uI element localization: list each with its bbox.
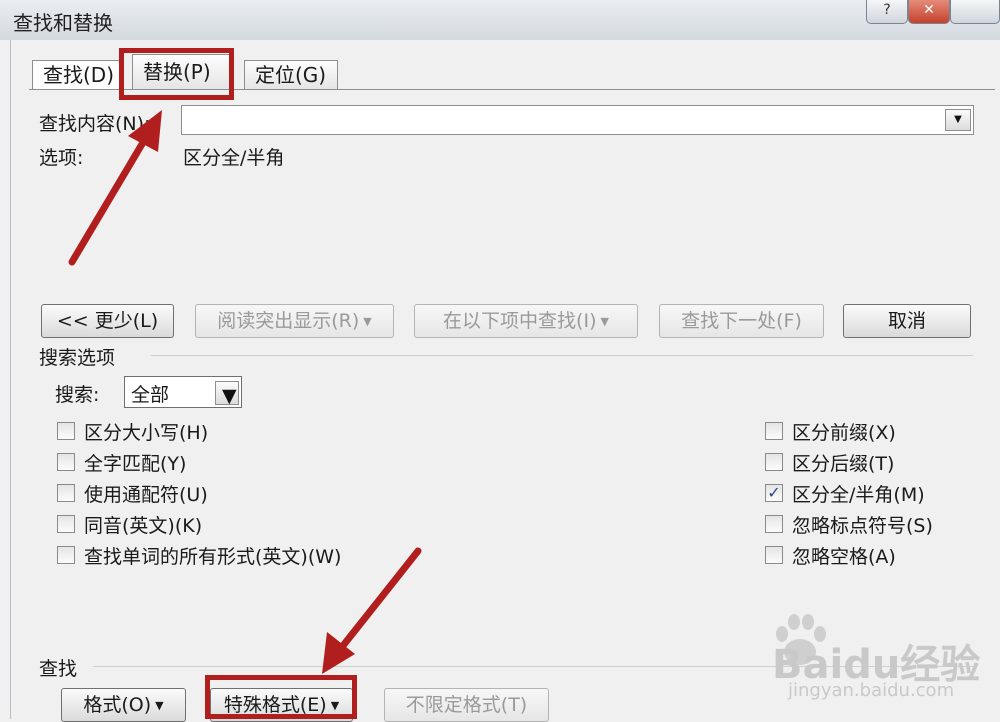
search-direction-label: 搜索: bbox=[55, 384, 100, 406]
watermark-url: jingyan.baidu.com bbox=[788, 680, 955, 701]
match-case-option[interactable]: 区分大小写(H) bbox=[57, 419, 209, 444]
window-title: 查找和替换 bbox=[13, 11, 113, 35]
ignore-punctuation-option[interactable]: 忽略标点符号(S) bbox=[765, 512, 933, 537]
find-in-label: 在以下项中查找(I) bbox=[443, 310, 597, 332]
triangle-down-icon: ▼ bbox=[330, 698, 340, 712]
options-value: 区分全/半角 bbox=[183, 147, 285, 169]
all-word-forms-option[interactable]: 查找单词的所有形式(英文)(W) bbox=[57, 543, 342, 568]
dialog-body: 查找(D) 替换(P) 定位(G) 查找内容(N): ▼ 选项: 区分全/半角 … bbox=[10, 40, 1000, 722]
search-direction-value: 全部 bbox=[131, 384, 170, 406]
checkmark-icon: ✓ bbox=[767, 483, 781, 502]
match-suffix-option[interactable]: 区分后缀(T) bbox=[765, 450, 895, 475]
sounds-like-checkbox[interactable] bbox=[57, 515, 75, 533]
whole-word-label: 全字匹配(Y) bbox=[84, 452, 187, 475]
ignore-whitespace-option[interactable]: 忽略空格(A) bbox=[765, 543, 896, 568]
triangle-down-icon: ▼ bbox=[155, 698, 164, 712]
no-formatting-button[interactable]: 不限定格式(T) bbox=[384, 688, 549, 722]
match-prefix-label: 区分前缀(X) bbox=[792, 421, 896, 444]
triangle-down-icon: ▼ bbox=[363, 314, 372, 328]
sounds-like-label: 同音(英文)(K) bbox=[84, 514, 203, 537]
close-button[interactable]: ✕ bbox=[908, 0, 950, 24]
match-case-checkbox[interactable] bbox=[57, 422, 75, 440]
find-next-label: 查找下一处(F) bbox=[681, 310, 802, 332]
title-bar: 查找和替换 ? ✕ bbox=[0, 0, 1000, 40]
cancel-button[interactable]: 取消 bbox=[843, 304, 971, 338]
search-options-title: 搜索选项 bbox=[39, 347, 116, 369]
wildcards-checkbox[interactable] bbox=[57, 484, 75, 502]
find-section-title: 查找 bbox=[39, 658, 78, 680]
find-next-button[interactable]: 查找下一处(F) bbox=[659, 304, 824, 338]
help-button[interactable]: ? bbox=[866, 0, 908, 24]
search-options-divider bbox=[151, 355, 973, 356]
reading-highlight-label: 阅读突出显示(R) bbox=[217, 310, 360, 332]
format-label: 格式(O) bbox=[83, 694, 152, 716]
special-format-label: 特殊格式(E) bbox=[223, 694, 327, 716]
cancel-label: 取消 bbox=[887, 310, 926, 332]
match-suffix-label: 区分后缀(T) bbox=[792, 452, 895, 475]
triangle-down-icon: ▼ bbox=[600, 314, 609, 328]
match-width-checkbox[interactable]: ✓ bbox=[765, 484, 783, 502]
tab-find[interactable]: 查找(D) bbox=[32, 60, 122, 90]
ignore-whitespace-checkbox[interactable] bbox=[765, 546, 783, 564]
no-formatting-label: 不限定格式(T) bbox=[405, 694, 528, 716]
ignore-punctuation-checkbox[interactable] bbox=[765, 515, 783, 533]
match-prefix-checkbox[interactable] bbox=[765, 422, 783, 440]
find-what-field[interactable]: ▼ bbox=[181, 105, 974, 135]
search-direction-dropdown[interactable]: ▼ bbox=[215, 381, 239, 407]
whole-word-option[interactable]: 全字匹配(Y) bbox=[57, 450, 187, 475]
match-width-option[interactable]: ✓ 区分全/半角(M) bbox=[765, 481, 925, 506]
help-icon: ? bbox=[883, 2, 891, 18]
match-width-label: 区分全/半角(M) bbox=[792, 483, 925, 506]
ignore-punctuation-label: 忽略标点符号(S) bbox=[792, 514, 933, 537]
all-word-forms-label: 查找单词的所有形式(英文)(W) bbox=[84, 545, 342, 568]
tab-goto[interactable]: 定位(G) bbox=[244, 60, 338, 90]
less-button-label: << 更少(L) bbox=[56, 310, 159, 332]
match-prefix-option[interactable]: 区分前缀(X) bbox=[765, 419, 896, 444]
triangle-down-icon: ▼ bbox=[222, 385, 237, 407]
all-word-forms-checkbox[interactable] bbox=[57, 546, 75, 564]
special-format-button[interactable]: 特殊格式(E) ▼ bbox=[210, 688, 353, 722]
options-label: 选项: bbox=[39, 147, 84, 169]
triangle-down-icon: ▼ bbox=[954, 114, 962, 125]
sounds-like-option[interactable]: 同音(英文)(K) bbox=[57, 512, 203, 537]
wildcards-option[interactable]: 使用通配符(U) bbox=[57, 481, 208, 506]
whole-word-checkbox[interactable] bbox=[57, 453, 75, 471]
ignore-whitespace-label: 忽略空格(A) bbox=[792, 545, 896, 568]
find-what-input[interactable] bbox=[182, 106, 942, 134]
match-case-label: 区分大小写(H) bbox=[84, 421, 209, 444]
less-button[interactable]: << 更少(L) bbox=[41, 304, 174, 338]
search-direction-select[interactable]: 全部 ▼ bbox=[124, 376, 242, 408]
find-in-button[interactable]: 在以下项中查找(I) ▼ bbox=[414, 304, 638, 338]
match-suffix-checkbox[interactable] bbox=[765, 453, 783, 471]
tab-replace[interactable]: 替换(P) bbox=[132, 54, 234, 90]
reading-highlight-button[interactable]: 阅读突出显示(R) ▼ bbox=[195, 304, 394, 338]
find-history-dropdown[interactable]: ▼ bbox=[945, 109, 971, 131]
format-button[interactable]: 格式(O) ▼ bbox=[61, 688, 186, 722]
window-edge-button bbox=[950, 0, 1000, 24]
close-icon: ✕ bbox=[923, 2, 935, 18]
find-what-label: 查找内容(N): bbox=[39, 113, 151, 135]
wildcards-label: 使用通配符(U) bbox=[84, 483, 208, 506]
